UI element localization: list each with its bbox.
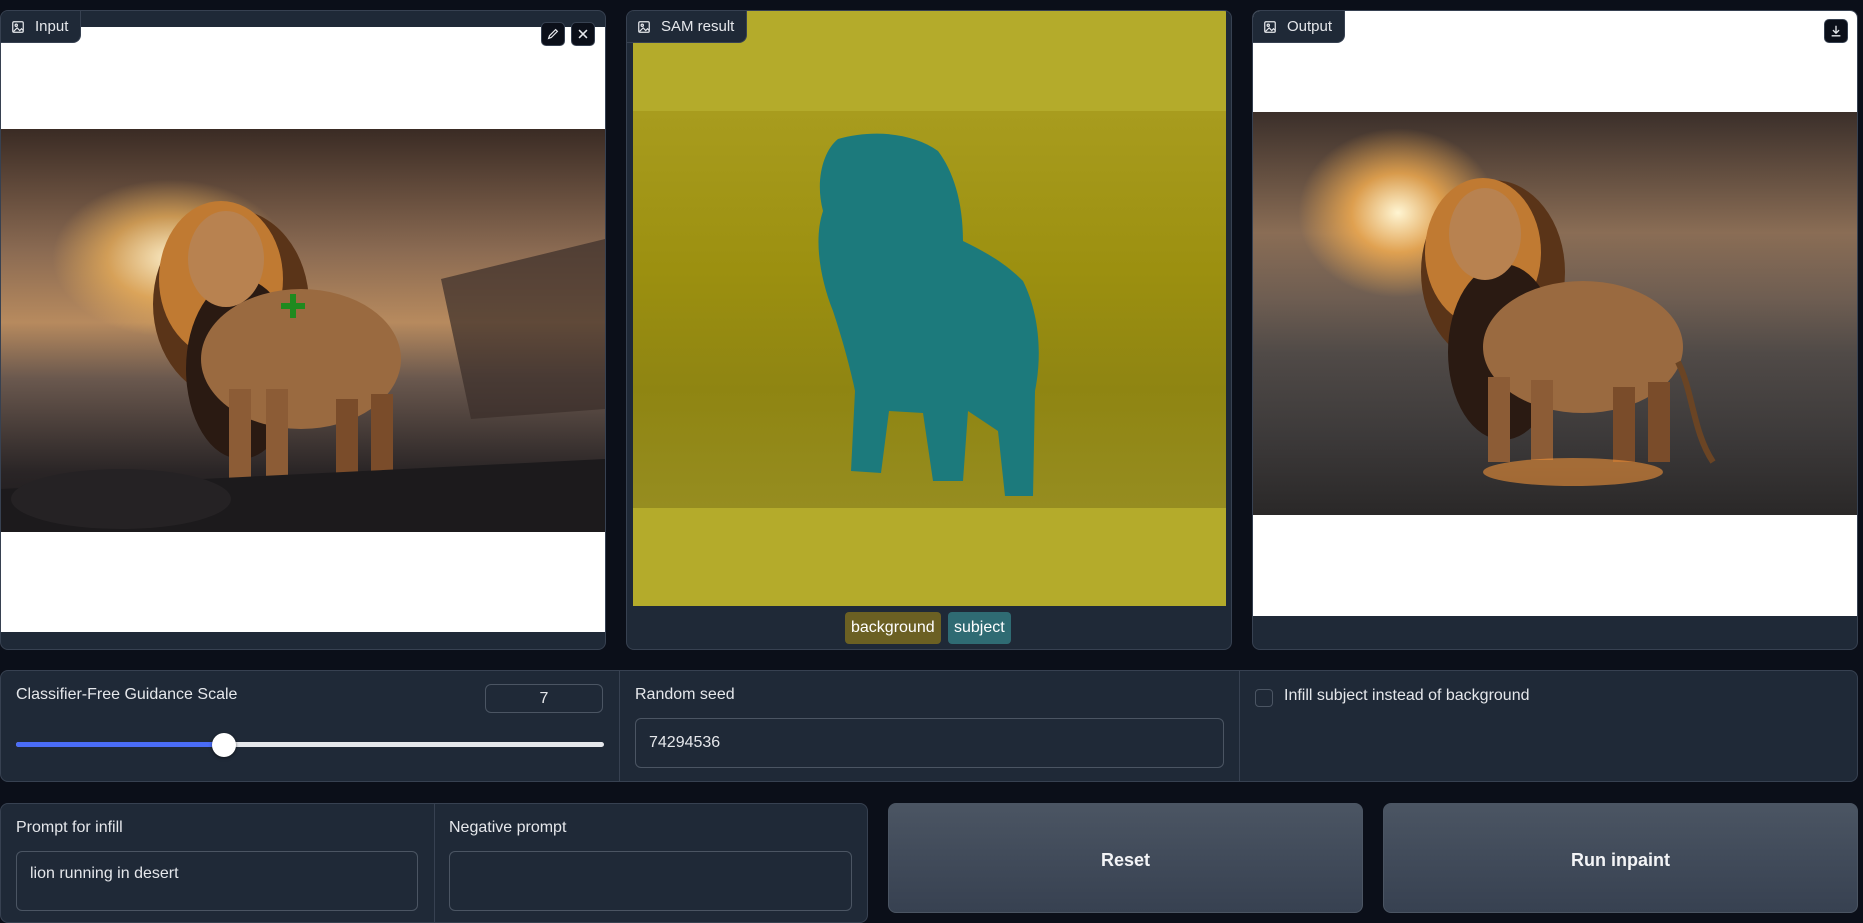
sam-result-label: SAM result (627, 11, 748, 43)
close-icon (578, 29, 588, 39)
lion-illustration (1, 201, 605, 532)
output-label: Output (1253, 11, 1346, 43)
slider-handle[interactable] (212, 733, 236, 757)
reset-button[interactable]: Reset (888, 803, 1363, 913)
negative-prompt-block: Negative prompt (435, 804, 867, 922)
edit-button[interactable] (541, 22, 565, 46)
infill-option-block: Infill subject instead of background (1240, 671, 1857, 781)
guidance-number-input[interactable]: 7 (485, 684, 603, 713)
slider-fill (16, 742, 225, 747)
seed-input[interactable]: 74294536 (635, 718, 1224, 768)
guidance-label: Classifier-Free Guidance Scale (16, 686, 238, 703)
prompt-block: Prompt for infill lion running in desert (1, 804, 434, 922)
prompt-label: Prompt for infill (16, 819, 123, 836)
input-photo[interactable] (1, 129, 605, 532)
legend-subject: subject (948, 612, 1011, 644)
output-canvas (1253, 11, 1857, 616)
download-button[interactable] (1824, 19, 1848, 43)
guidance-block: Classifier-Free Guidance Scale 7 (1, 671, 619, 781)
infill-option-label[interactable]: Infill subject instead of background (1284, 687, 1529, 705)
input-label: Input (1, 11, 82, 43)
download-icon (1831, 25, 1841, 37)
sam-mask-image (633, 11, 1226, 606)
image-icon (12, 20, 24, 33)
pencil-icon (547, 28, 559, 40)
prompt-textarea[interactable]: lion running in desert (16, 851, 418, 911)
legend-background: background (845, 612, 941, 644)
image-icon (1264, 20, 1276, 33)
input-canvas[interactable] (1, 27, 605, 632)
image-icon (638, 20, 650, 33)
click-point-marker (281, 294, 305, 318)
negative-prompt-label: Negative prompt (449, 819, 567, 836)
clear-button[interactable] (571, 22, 595, 46)
seed-label: Random seed (635, 686, 735, 703)
output-photo (1253, 112, 1857, 515)
running-lion-illustration (1421, 178, 1716, 486)
output-image-panel: Output (1252, 10, 1858, 650)
sam-result-panel: SAM result background subject (626, 10, 1232, 650)
settings-row: Classifier-Free Guidance Scale 7 Random … (0, 670, 1858, 782)
input-image-panel: Input (0, 10, 606, 650)
prompts-panel: Prompt for infill lion running in desert… (0, 803, 868, 923)
subject-mask (818, 133, 1039, 496)
seed-block: Random seed 74294536 (620, 671, 1239, 781)
guidance-slider[interactable] (16, 733, 604, 757)
negative-prompt-textarea[interactable] (449, 851, 852, 911)
run-inpaint-button[interactable]: Run inpaint (1383, 803, 1858, 913)
infill-checkbox[interactable] (1255, 689, 1273, 707)
